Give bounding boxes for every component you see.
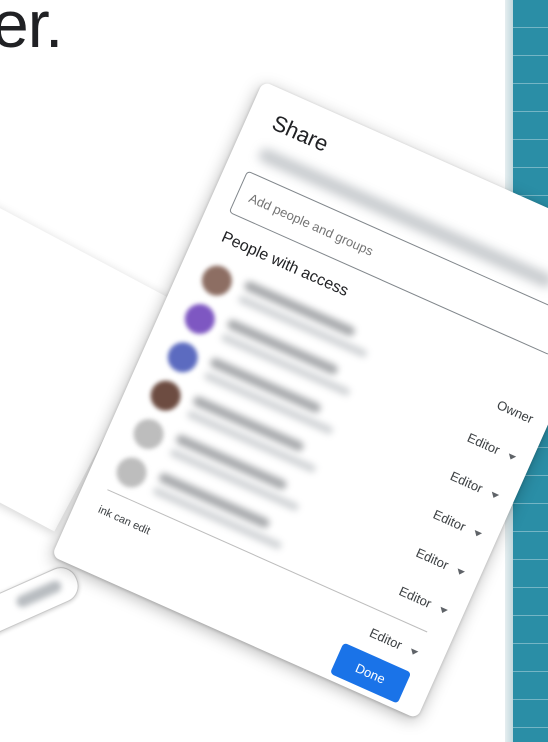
general-access-text: ink can edit	[96, 503, 152, 538]
slide-headline: er.	[0, 0, 63, 61]
avatar	[197, 260, 237, 301]
chevron-down-icon	[472, 530, 483, 538]
avatar	[111, 452, 152, 493]
chevron-down-icon	[409, 648, 419, 657]
dialog-title: Share	[268, 109, 333, 157]
avatar	[180, 299, 220, 339]
background-pill-field	[0, 561, 85, 645]
avatar	[145, 375, 186, 416]
chevron-down-icon	[455, 568, 465, 577]
link-role-dropdown[interactable]: Editor	[367, 625, 421, 660]
share-dialog: Share ? People with access Owner Editor …	[51, 81, 548, 719]
chevron-down-icon	[489, 491, 500, 500]
avatar	[128, 414, 169, 454]
chevron-down-icon	[506, 453, 517, 462]
chevron-down-icon	[438, 606, 448, 615]
avatar	[162, 337, 203, 378]
pill-blurred-text	[14, 578, 64, 610]
role-label: Owner	[494, 397, 536, 427]
